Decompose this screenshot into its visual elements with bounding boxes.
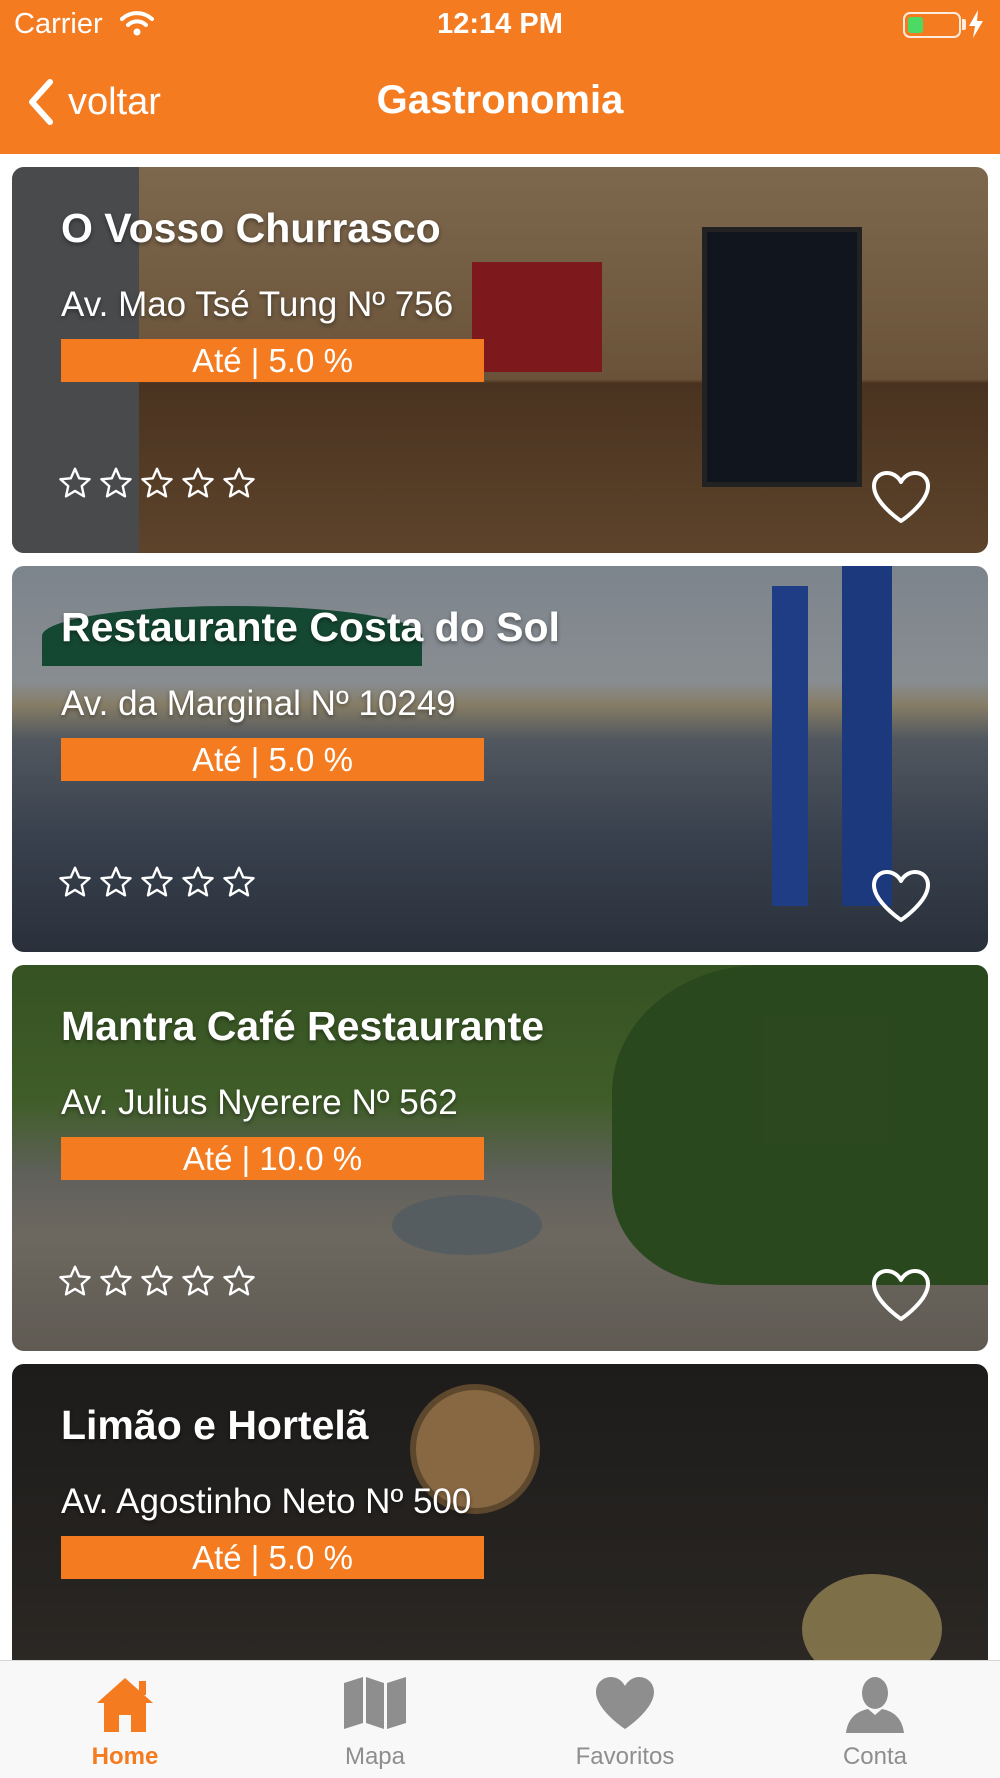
rating-stars[interactable] [57, 1263, 257, 1299]
discount-badge: Até | 5.0 % [61, 339, 484, 382]
star-icon[interactable] [98, 465, 134, 501]
star-icon[interactable] [139, 864, 175, 900]
star-icon[interactable] [57, 465, 93, 501]
tab-label: Mapa [344, 1743, 406, 1770]
tab-account[interactable]: Conta [750, 1661, 1000, 1778]
star-icon[interactable] [221, 1263, 257, 1299]
star-icon[interactable] [57, 1263, 93, 1299]
restaurant-card[interactable]: Mantra Café Restaurante Av. Julius Nyere… [12, 965, 988, 1351]
discount-badge: Até | 10.0 % [61, 1137, 484, 1180]
restaurant-address: Av. Agostinho Neto Nº 500 [61, 1482, 472, 1521]
battery-icon [903, 12, 961, 38]
star-icon[interactable] [98, 1263, 134, 1299]
star-icon[interactable] [57, 864, 93, 900]
star-icon[interactable] [180, 864, 216, 900]
star-icon[interactable] [139, 465, 175, 501]
restaurant-address: Av. Julius Nyerere Nº 562 [61, 1083, 458, 1122]
tab-label: Home [91, 1743, 159, 1770]
star-icon[interactable] [139, 1263, 175, 1299]
charging-icon [969, 10, 983, 38]
chevron-left-icon [29, 79, 53, 125]
discount-badge: Até | 5.0 % [61, 738, 484, 781]
app-header: Carrier 12:14 PM voltar Gastronomia [0, 0, 1000, 154]
rating-stars[interactable] [57, 864, 257, 900]
battery-cap [962, 19, 966, 30]
star-icon[interactable] [221, 864, 257, 900]
restaurant-name: Mantra Café Restaurante [61, 1003, 545, 1049]
tab-bar: Home Mapa Favoritos Conta [0, 1660, 1000, 1778]
discount-badge: Até | 5.0 % [61, 1536, 484, 1579]
restaurant-card[interactable]: Restaurante Costa do Sol Av. da Marginal… [12, 566, 988, 952]
star-icon[interactable] [221, 465, 257, 501]
restaurant-list[interactable]: O Vosso Churrasco Av. Mao Tsé Tung Nº 75… [0, 154, 1000, 1660]
tab-home[interactable]: Home [0, 1661, 250, 1778]
tab-favorites[interactable]: Favoritos [500, 1661, 750, 1778]
restaurant-address: Av. Mao Tsé Tung Nº 756 [61, 285, 454, 324]
tab-map[interactable]: Mapa [250, 1661, 500, 1778]
restaurant-card[interactable]: Limão e Hortelã Av. Agostinho Neto Nº 50… [12, 1364, 988, 1660]
restaurant-address: Av. da Marginal Nº 10249 [61, 684, 456, 723]
favorite-heart-icon[interactable] [870, 469, 932, 525]
favorite-heart-icon[interactable] [870, 1267, 932, 1323]
tab-label: Favoritos [575, 1743, 675, 1770]
back-label: voltar [68, 80, 161, 123]
rating-stars[interactable] [57, 465, 257, 501]
map-icon [344, 1677, 406, 1729]
tab-label: Conta [842, 1743, 908, 1770]
restaurant-card[interactable]: O Vosso Churrasco Av. Mao Tsé Tung Nº 75… [12, 167, 988, 553]
home-icon [97, 1678, 153, 1732]
star-icon[interactable] [180, 1263, 216, 1299]
favorite-heart-icon[interactable] [870, 868, 932, 924]
back-button[interactable]: voltar [28, 74, 161, 130]
restaurant-name: Limão e Hortelã [61, 1402, 369, 1448]
status-time: 12:14 PM [437, 8, 563, 40]
star-icon[interactable] [180, 465, 216, 501]
restaurant-name: O Vosso Churrasco [61, 205, 441, 251]
heart-icon [596, 1677, 654, 1729]
navigation-bar: voltar Gastronomia [0, 50, 1000, 154]
restaurant-name: Restaurante Costa do Sol [61, 604, 560, 650]
star-icon[interactable] [98, 864, 134, 900]
person-icon [846, 1677, 904, 1733]
status-bar: Carrier 12:14 PM [0, 0, 1000, 50]
